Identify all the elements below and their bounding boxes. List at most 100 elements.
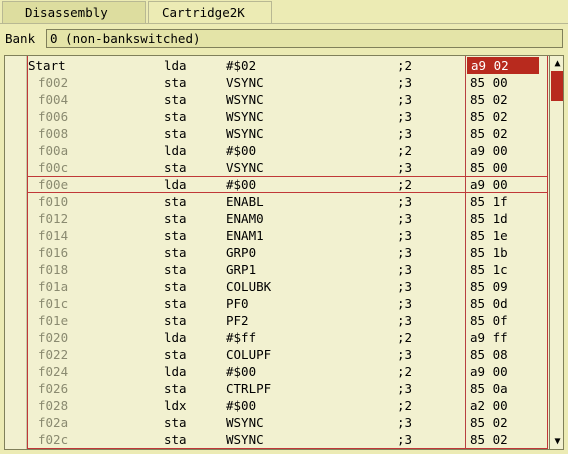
row-label: f022 — [38, 347, 69, 362]
row-bytes: 85 02 — [470, 109, 508, 124]
row-operand: #$00 — [226, 364, 257, 379]
disassembly-row[interactable]: f018 sta GRP1 ;3 85 1c — [27, 261, 548, 278]
row-label: f01c — [38, 296, 69, 311]
row-label: f008 — [38, 126, 69, 141]
row-bytes: 85 1d — [470, 211, 508, 226]
row-operand: GRP1 — [226, 262, 257, 277]
disassembly-list[interactable]: Start lda #$02 ;2 a9 02 f002 sta VSYNC ;3 85 00 f0… — [4, 55, 564, 450]
row-cycles: ;3 — [397, 245, 413, 260]
disassembly-row[interactable]: f01c sta PF0 ;3 85 0d — [27, 295, 548, 312]
row-operand: #$00 — [226, 398, 257, 413]
disassembly-row[interactable]: f012 sta ENAM0 ;3 85 1d — [27, 210, 548, 227]
row-opcode: ldx — [164, 398, 187, 413]
row-opcode: sta — [164, 109, 187, 124]
disassembly-row[interactable]: f020 lda #$ff ;2 a9 ff — [27, 329, 548, 346]
row-cycles: ;2 — [397, 143, 413, 158]
bank-field[interactable]: 0 (non-bankswitched) — [46, 29, 563, 48]
row-opcode: sta — [164, 126, 187, 141]
row-opcode: sta — [164, 194, 187, 209]
disassembly-row[interactable]: f004 sta WSYNC ;3 85 02 — [27, 91, 548, 108]
disassembly-row[interactable]: f022 sta COLUPF ;3 85 08 — [27, 346, 548, 363]
row-cycles: ;3 — [397, 279, 413, 294]
row-cycles: ;3 — [397, 126, 413, 141]
row-opcode: lda — [164, 330, 187, 345]
row-operand: PF2 — [226, 313, 249, 328]
row-operand: WSYNC — [226, 126, 264, 141]
disassembly-row[interactable]: f010 sta ENABL ;3 85 1f — [27, 193, 548, 210]
row-operand: CTRLPF — [226, 381, 272, 396]
row-opcode: sta — [164, 432, 187, 447]
row-opcode: sta — [164, 415, 187, 430]
row-opcode: sta — [164, 245, 187, 260]
disassembly-row[interactable]: f01e sta PF2 ;3 85 0f — [27, 312, 548, 329]
disassembly-row[interactable]: f016 sta GRP0 ;3 85 1b — [27, 244, 548, 261]
row-opcode: sta — [164, 347, 187, 362]
row-operand: COLUPF — [226, 347, 272, 362]
row-operand: #$ff — [226, 330, 257, 345]
disassembly-row[interactable]: f00e lda #$00 ;2 a9 00 — [27, 176, 548, 193]
disassembly-row[interactable]: Start lda #$02 ;2 a9 02 — [27, 57, 548, 74]
row-opcode: sta — [164, 211, 187, 226]
row-opcode: sta — [164, 296, 187, 311]
row-cycles: ;3 — [397, 92, 413, 107]
row-operand: GRP0 — [226, 245, 257, 260]
row-opcode: lda — [164, 364, 187, 379]
disassembly-row[interactable]: f002 sta VSYNC ;3 85 00 — [27, 74, 548, 91]
row-bytes: 85 0a — [470, 381, 508, 396]
disassembly-row[interactable]: f02c sta WSYNC ;3 85 02 — [27, 431, 548, 448]
row-cycles: ;2 — [397, 398, 413, 413]
row-operand: #$00 — [226, 143, 257, 158]
row-label: f016 — [38, 245, 69, 260]
row-operand: #$00 — [226, 177, 257, 192]
disassembly-row[interactable]: f024 lda #$00 ;2 a9 00 — [27, 363, 548, 380]
row-opcode: lda — [164, 177, 187, 192]
row-bytes: 85 02 — [470, 126, 508, 141]
scrollbar-thumb[interactable] — [551, 71, 563, 101]
row-cycles: ;2 — [397, 58, 413, 73]
disassembly-row[interactable]: f026 sta CTRLPF ;3 85 0a — [27, 380, 548, 397]
bank-label: Bank — [5, 31, 36, 46]
tab-cartridge2k[interactable]: Cartridge2K — [148, 1, 272, 23]
row-cycles: ;3 — [397, 228, 413, 243]
row-opcode: sta — [164, 228, 187, 243]
disassembly-row[interactable]: f00a lda #$00 ;2 a9 00 — [27, 142, 548, 159]
breakpoint-gutter[interactable] — [5, 56, 25, 449]
disassembly-row[interactable]: f028 ldx #$00 ;2 a2 00 — [27, 397, 548, 414]
disassembly-row[interactable]: f02a sta WSYNC ;3 85 02 — [27, 414, 548, 431]
row-bytes: a9 00 — [470, 364, 508, 379]
row-bytes: a9 ff — [470, 330, 508, 345]
row-operand: ENAM1 — [226, 228, 264, 243]
row-bytes: 85 02 — [470, 92, 508, 107]
disassembly-row[interactable]: f006 sta WSYNC ;3 85 02 — [27, 108, 548, 125]
row-label: f010 — [38, 194, 69, 209]
row-label: f002 — [38, 75, 69, 90]
row-bytes: 85 00 — [470, 160, 508, 175]
row-label: f028 — [38, 398, 69, 413]
row-bytes: a9 02 — [467, 57, 539, 74]
row-opcode: lda — [164, 143, 187, 158]
arrow-down-icon[interactable]: ▼ — [550, 434, 563, 449]
disassembly-row[interactable]: f014 sta ENAM1 ;3 85 1e — [27, 227, 548, 244]
arrow-up-icon[interactable]: ▲ — [550, 56, 563, 71]
row-cycles: ;3 — [397, 262, 413, 277]
tab-disassembly[interactable]: Disassembly — [2, 1, 146, 24]
disassembly-row[interactable]: f008 sta WSYNC ;3 85 02 — [27, 125, 548, 142]
row-opcode: sta — [164, 160, 187, 175]
row-opcode: sta — [164, 92, 187, 107]
row-bytes: a2 00 — [470, 398, 508, 413]
disassembly-row[interactable]: f00c sta VSYNC ;3 85 00 — [27, 159, 548, 176]
row-operand: ENABL — [226, 194, 264, 209]
row-opcode: sta — [164, 75, 187, 90]
row-label: f01e — [38, 313, 69, 328]
vertical-scrollbar[interactable]: ▲ ▼ — [549, 56, 563, 449]
disassembly-row[interactable]: f01a sta COLUBK ;3 85 09 — [27, 278, 548, 295]
row-operand: VSYNC — [226, 160, 264, 175]
row-label: f020 — [38, 330, 69, 345]
row-label: f00a — [38, 143, 69, 158]
row-opcode: lda — [164, 58, 187, 73]
row-bytes: 85 1c — [470, 262, 508, 277]
row-operand: WSYNC — [226, 415, 264, 430]
row-label: f00c — [38, 160, 69, 175]
row-operand: #$02 — [226, 58, 257, 73]
row-bytes: a9 00 — [470, 143, 508, 158]
